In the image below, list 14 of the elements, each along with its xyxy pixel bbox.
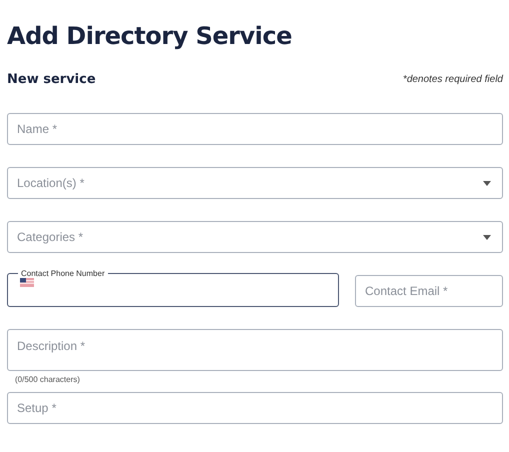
dropdown-field[interactable]: Location(s) * [7,167,503,199]
caret-icon [483,180,491,186]
text-field[interactable]: Setup * [7,392,503,424]
caret-icon [483,234,491,240]
text-field[interactable]: Contact Email * [355,275,503,307]
dropdown-field[interactable]: Categories * [7,221,503,253]
flag-icon[interactable] [20,278,34,287]
phone-field[interactable]: Contact Phone Number [7,269,339,307]
description-field[interactable]: Description * [7,329,503,371]
text-field[interactable]: Name * [7,113,503,145]
section-title: New service [7,72,96,87]
character-count: (0/500 characters) [15,375,81,384]
required-note: *denotes required field [402,74,503,85]
page-title: Add Directory Service [7,22,293,50]
